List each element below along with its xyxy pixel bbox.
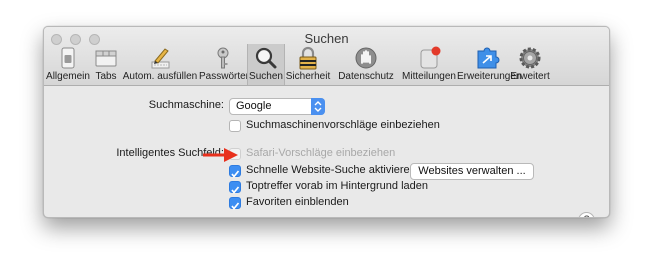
chevron-updown-icon [311,98,325,115]
hand-icon [355,47,377,69]
search-engine-label: Suchmaschine: [148,99,224,111]
toolbar-item-privacy[interactable]: Datenschutz [331,44,401,85]
quick-website-search-label: Schnelle Website-Suche aktivieren [246,164,416,176]
toolbar-item-notifications[interactable]: Mitteilungen [401,44,457,85]
checkmark-icon [231,186,240,194]
puzzle-icon [477,47,500,69]
manage-websites-button[interactable]: Websites verwalten ... [410,163,534,180]
lock-icon [299,46,317,70]
search-suggestions-checkbox[interactable] [229,120,241,132]
switch-icon [61,47,75,69]
pencil-icon [151,48,170,69]
toolbar-item-allgemein[interactable]: Allgemein [44,44,92,85]
magnifier-icon [255,47,277,69]
toolbar-item-advanced[interactable]: Erweitert [507,44,553,85]
search-engine-select[interactable]: Google [229,98,325,115]
help-button[interactable]: ? [578,212,595,217]
checkmark-icon [231,202,240,210]
preferences-window: Suchen Allgemein Tabs Autom. ausfüllen P… [43,26,610,218]
notification-icon [420,46,441,69]
toolbar-item-tabs[interactable]: Tabs [92,44,120,85]
search-preferences-pane: Suchmaschine: Google Suchmaschinenvorsch… [44,86,609,217]
red-arrow-annotation-icon [203,148,238,162]
tabs-icon [95,50,117,67]
show-favorites-label: Favoriten einblenden [246,196,349,208]
preload-top-hit-label: Toptreffer vorab im Hintergrund laden [246,180,429,192]
show-favorites-checkbox[interactable] [229,197,241,210]
toolbar-item-passwords[interactable]: Passwörter [199,44,249,85]
gear-icon [519,47,541,69]
toolbar-item-autofill[interactable]: Autom. ausfüllen [120,44,200,85]
checkmark-icon [231,170,240,178]
preload-top-hit-checkbox[interactable] [229,181,241,194]
safari-suggestions-label: Safari-Vorschläge einbeziehen [246,147,396,159]
toolbar-item-security[interactable]: Sicherheit [285,44,331,85]
titlebar: Suchen Allgemein Tabs Autom. ausfüllen P… [44,27,609,86]
toolbar-item-search[interactable]: Suchen [247,44,285,85]
key-icon [217,47,229,69]
search-engine-value: Google [236,100,272,112]
search-suggestions-label: Suchmaschinenvorschläge einbeziehen [246,119,440,131]
quick-website-search-checkbox[interactable] [229,165,241,178]
